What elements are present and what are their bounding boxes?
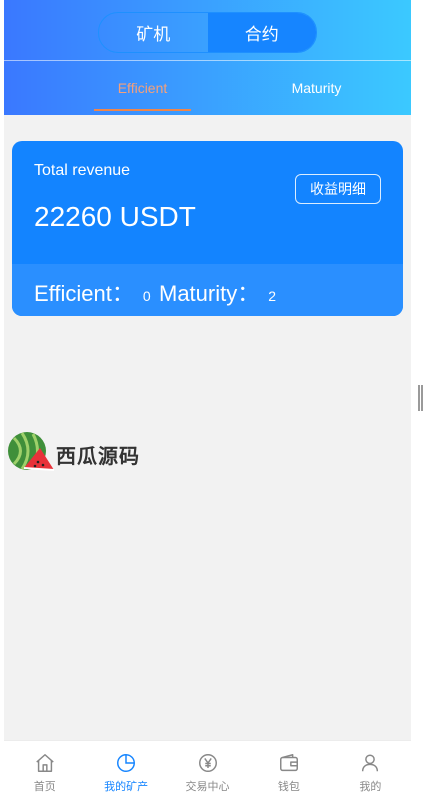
efficient-stat-count: 0 [142,288,151,304]
efficient-stat-label: Efficient： [34,281,134,306]
nav-label-home: 首页 [33,781,56,793]
nav-label-mine: 我的 [359,781,382,793]
nav-label-wallet: 钱包 [277,781,300,793]
maturity-stat-count: 2 [268,288,277,304]
nav-item-my-mining[interactable]: 我的矿产 [85,741,166,797]
nav-label-my-mining: 我的矿产 [104,781,149,793]
nav-item-mine[interactable]: 我的 [330,741,411,797]
user-icon [362,754,379,772]
header: 矿机 合约 Efficient Maturity [4,0,411,115]
segment-mining-machine[interactable]: 矿机 [99,13,208,52]
yen-coin-icon [198,754,217,772]
mode-switch: 矿机 合约 [98,12,317,53]
watermark: 西瓜源码 [4,428,144,476]
efficient-stat: Efficient： 0 [34,276,151,308]
app-frame: 矿机 合约 Efficient Maturity Total revenue 2… [4,0,411,797]
total-revenue-label: Total revenue [34,162,131,179]
maturity-stat: Maturity： 2 [159,276,276,308]
nav-label-trading-center: 交易中心 [185,781,230,793]
home-icon [35,754,54,772]
total-revenue-value: 22260 USDT [34,201,196,232]
watermark-text: 西瓜源码 [56,446,140,468]
bottom-nav: 首页 我的矿产 交易中心 钱包 我的 [4,740,411,797]
nav-item-trading-center[interactable]: 交易中心 [167,741,248,797]
wallet-icon [279,754,298,772]
nav-item-home[interactable]: 首页 [4,741,85,797]
nav-item-wallet[interactable]: 钱包 [248,741,329,797]
watermelon-icon [8,432,55,471]
revenue-card: Total revenue 22260 USDT 收益明细 Efficient：… [12,141,403,316]
maturity-stat-label: Maturity： [159,281,260,306]
tab-maturity[interactable]: Maturity [264,61,369,115]
scrollbar-handle[interactable] [418,385,423,411]
tab-efficient[interactable]: Efficient [94,61,191,115]
revenue-detail-button[interactable]: 收益明细 [295,174,381,204]
pie-chart-icon [117,754,136,772]
active-tab-indicator [94,109,191,111]
segment-contract[interactable]: 合约 [207,13,316,52]
